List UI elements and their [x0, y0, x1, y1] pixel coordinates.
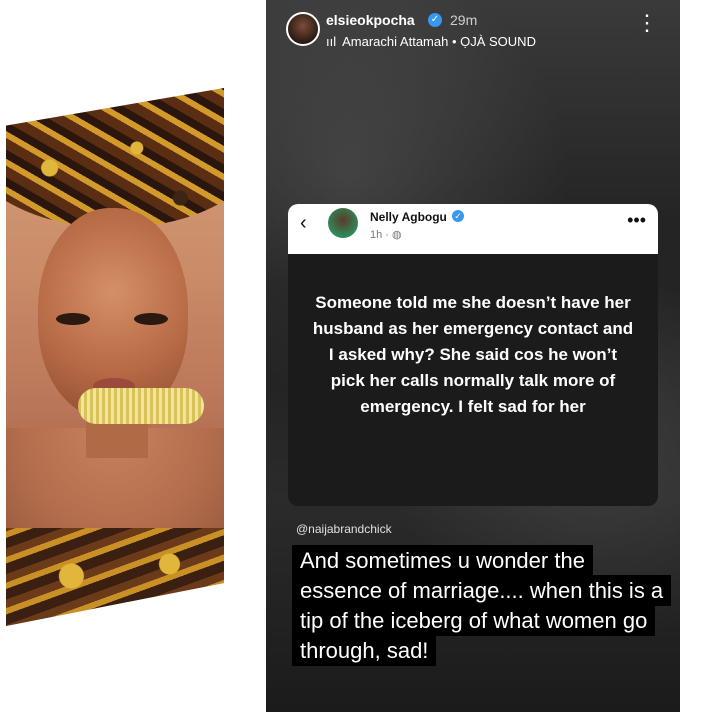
tweet-card-header: ‹ Nelly Agbogu ✓ 1h · ◍ •••: [288, 204, 658, 254]
music-bars-icon: ııl: [326, 34, 337, 49]
more-options-icon[interactable]: •••: [627, 210, 646, 231]
avatar[interactable]: [286, 12, 320, 46]
music-info[interactable]: ııl Amarachi Attamah • ỌJÀ SOUND: [326, 34, 536, 49]
face: [38, 208, 188, 418]
gold-choker: [78, 388, 204, 424]
caption-text: And sometimes u wonder the essence of ma…: [292, 545, 672, 666]
tweet-card-body: Someone told me she doesn’t have her hus…: [288, 254, 658, 506]
left-eye: [56, 313, 90, 325]
tweet-time: 1h · ◍: [370, 229, 402, 241]
caption-box: And sometimes u wonder the essence of ma…: [292, 545, 672, 666]
more-options-icon[interactable]: ⋮: [636, 12, 658, 34]
ankara-dress: [6, 528, 224, 626]
music-label: Amarachi Attamah • ỌJÀ SOUND: [342, 34, 536, 49]
back-arrow-icon[interactable]: ‹: [300, 212, 307, 235]
portrait-photo: [6, 88, 224, 626]
story-time: 29m: [450, 12, 478, 28]
right-eye: [134, 313, 168, 325]
verified-badge-icon: ✓: [452, 210, 464, 222]
tweet-avatar[interactable]: [328, 208, 358, 238]
story-username[interactable]: elsieokpocha: [326, 12, 415, 28]
verified-badge-icon: ✓: [428, 13, 442, 27]
tweet-author[interactable]: Nelly Agbogu: [370, 210, 447, 224]
caption-handle: @naijabrandchick: [296, 522, 392, 536]
story-header: elsieokpocha ✓ 29m ııl Amarachi Attamah •…: [278, 6, 668, 54]
globe-icon: ◍: [392, 229, 402, 241]
tweet-text: Someone told me she doesn’t have her hus…: [312, 293, 634, 416]
